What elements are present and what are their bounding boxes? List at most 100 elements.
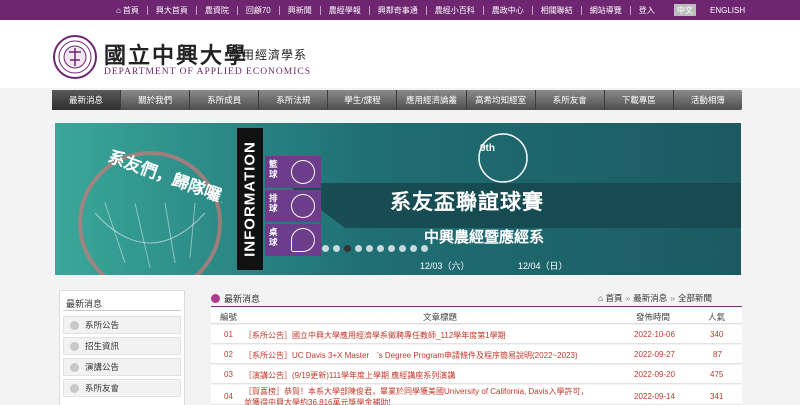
- row-views: 475: [710, 370, 724, 379]
- col-number: 編號: [220, 312, 238, 322]
- top-nav-review70[interactable]: 回顧70: [238, 5, 279, 16]
- breadcrumb: ⌂ 首頁» 最新消息» 全部新聞: [598, 292, 712, 304]
- banner-info-bar: INFORMATION: [237, 128, 263, 270]
- top-nav-policy-center[interactable]: 農政中心: [484, 5, 532, 16]
- top-nav-university[interactable]: 興大首頁: [148, 5, 196, 16]
- sidebar-item-admissions[interactable]: 招生資訊: [63, 337, 181, 355]
- top-nav-neighbors[interactable]: 興鄰奇事通: [370, 5, 426, 16]
- nav-students-courses[interactable]: 學生/課程: [328, 90, 398, 110]
- row-views: 340: [710, 330, 724, 339]
- row-views: 87: [713, 350, 722, 359]
- banner-subtitle: 中興農經暨應經系: [424, 228, 545, 246]
- lang-en-button[interactable]: ENGLISH: [710, 4, 745, 16]
- divider: [211, 306, 742, 307]
- bullet-icon: [70, 341, 79, 351]
- carousel-dot[interactable]: [388, 245, 395, 252]
- table-row[interactable]: 01 ［系所公告］國立中興大學應用經濟學系徵聘專任教師_112學年度第1學期 2…: [211, 325, 742, 344]
- table-row[interactable]: 03 ［演講公告］(9/19更新)111學年度上學期 應經講座系列演講 2022…: [211, 365, 742, 384]
- carousel-dot[interactable]: [366, 245, 373, 252]
- main-nav: 最新消息 關於我們 系所成員 系所法規 學生/課程 應用經濟論叢 高希均知經室 …: [52, 90, 742, 110]
- row-title[interactable]: ［系所公告］UC Davis 3+X Master 's Degree Prog…: [244, 350, 578, 361]
- sport-volleyball: 排球: [265, 190, 321, 222]
- row-number: 03: [224, 370, 233, 379]
- banner-edition: 9th: [480, 143, 495, 154]
- banner-slogan-text: 系友們，歸隊囉！: [105, 146, 222, 212]
- row-title[interactable]: ［系所公告］國立中興大學應用經濟學系徵聘專任教師_112學年度第1學期: [244, 330, 506, 341]
- nav-alumni[interactable]: 系所友會: [536, 90, 605, 110]
- sidebar-item-announcements[interactable]: 系所公告: [63, 316, 181, 334]
- carousel-dot[interactable]: [333, 245, 340, 252]
- row-views: 341: [710, 392, 724, 401]
- row-title[interactable]: ［演講公告］(9/19更新)111學年度上學期 應經講座系列演講: [244, 370, 455, 381]
- top-nav-journal[interactable]: 農經學報: [321, 5, 369, 16]
- volleyball-icon: [291, 194, 315, 218]
- banner-date-2: 12/04（日）: [518, 261, 568, 271]
- carousel-dot[interactable]: [410, 245, 417, 252]
- col-title: 文章標題: [423, 312, 458, 322]
- nav-about[interactable]: 關於我們: [121, 90, 191, 110]
- divider: [63, 310, 181, 311]
- basketball-icon: [291, 160, 315, 184]
- top-nav-login[interactable]: 登入: [631, 5, 663, 16]
- site-title-en: DEPARTMENT OF APPLIED ECONOMICS: [104, 67, 312, 77]
- nav-downloads[interactable]: 下載專區: [605, 90, 674, 110]
- bullet-icon: [70, 320, 79, 330]
- carousel-dot[interactable]: [399, 245, 406, 252]
- nav-members[interactable]: 系所成員: [190, 90, 260, 110]
- banner-title: 系友盃聯誼球賽: [390, 189, 544, 214]
- col-date: 發佈時間: [636, 312, 671, 322]
- university-logo[interactable]: [52, 34, 98, 80]
- chevron-right-icon: »: [670, 293, 675, 303]
- top-nav-home[interactable]: ⌂ 首頁: [108, 5, 147, 16]
- carousel-dots: [322, 245, 432, 252]
- carousel-dot[interactable]: [421, 245, 428, 252]
- row-number: 01: [224, 330, 233, 339]
- nav-kao-room[interactable]: 高希均知經室: [467, 90, 536, 110]
- top-nav-college[interactable]: 農資院: [197, 5, 237, 16]
- row-date: 2022-09-14: [634, 392, 675, 401]
- top-nav-links[interactable]: 相關聯結: [533, 5, 581, 16]
- sport-table-tennis: 桌球: [265, 224, 321, 256]
- carousel-dot[interactable]: [322, 245, 329, 252]
- home-icon: ⌂: [116, 5, 121, 15]
- top-nav-news[interactable]: 興新聞: [280, 5, 320, 16]
- carousel-dot[interactable]: [377, 245, 384, 252]
- breadcrumb-all-news[interactable]: 全部新聞: [678, 293, 712, 303]
- banner-date-1: 12/03（六）: [420, 261, 470, 271]
- sidebar-item-lectures[interactable]: 演講公告: [63, 358, 181, 376]
- breadcrumb-home[interactable]: 首頁: [606, 293, 623, 303]
- chevron-right-icon: »: [625, 293, 631, 303]
- table-row[interactable]: 04 ［賀喜榜］恭賀！本系大學部陳俊君，畢業於同學獲美國University o…: [211, 385, 742, 405]
- banner-slogan: 系友們，歸隊囉！: [92, 140, 240, 240]
- nav-regulations[interactable]: 系所法規: [259, 90, 329, 110]
- bullet-icon: [70, 362, 79, 372]
- top-nav: ⌂ 首頁 興大首頁 農資院 回顧70 興新聞 農經學報 興鄰奇事通 農經小百科 農…: [108, 0, 663, 20]
- carousel-dot[interactable]: [355, 245, 362, 252]
- nav-latest-news[interactable]: 最新消息: [52, 90, 122, 110]
- site-title-cn: 國立中興大學: [104, 43, 249, 69]
- nav-photo-albums[interactable]: 活動相簿: [674, 90, 742, 110]
- news-table-header: 編號 文章標題 發佈時間 人氣: [211, 308, 742, 324]
- lang-zh-button[interactable]: 中文: [674, 4, 696, 16]
- sidebar-title: 最新消息: [66, 299, 103, 309]
- site-subtitle-cn: 應用經濟學系: [229, 48, 308, 62]
- home-icon: ⌂: [598, 293, 606, 303]
- news-icon: [211, 294, 220, 303]
- table-row[interactable]: 02 ［系所公告］UC Davis 3+X Master 's Degree P…: [211, 345, 742, 364]
- col-views: 人氣: [708, 312, 726, 322]
- row-date: 2022-09-20: [634, 370, 675, 379]
- sport-basketball: 籃球: [265, 156, 321, 188]
- nav-applied-economics-review[interactable]: 應用經濟論叢: [397, 90, 467, 110]
- news-title: 最新消息: [224, 294, 261, 304]
- carousel-dot[interactable]: [344, 245, 351, 252]
- bullet-icon: [70, 383, 79, 393]
- row-title-line2[interactable]: 並獲得中興大學約36.816萬元獎學金補助!: [244, 397, 391, 405]
- breadcrumb-latest-news[interactable]: 最新消息: [633, 293, 667, 303]
- sidebar-item-alumni[interactable]: 系所友會: [63, 379, 181, 397]
- row-number: 02: [224, 350, 233, 359]
- top-nav-sitemap[interactable]: 網站導覽: [582, 5, 630, 16]
- row-date: 2022-10-06: [634, 330, 675, 339]
- row-date: 2022-09-27: [634, 350, 675, 359]
- row-title[interactable]: ［賀喜榜］恭賀！本系大學部陳俊君，畢業於同學獲美國University of C…: [244, 386, 588, 397]
- top-nav-wiki[interactable]: 農經小百科: [427, 5, 483, 16]
